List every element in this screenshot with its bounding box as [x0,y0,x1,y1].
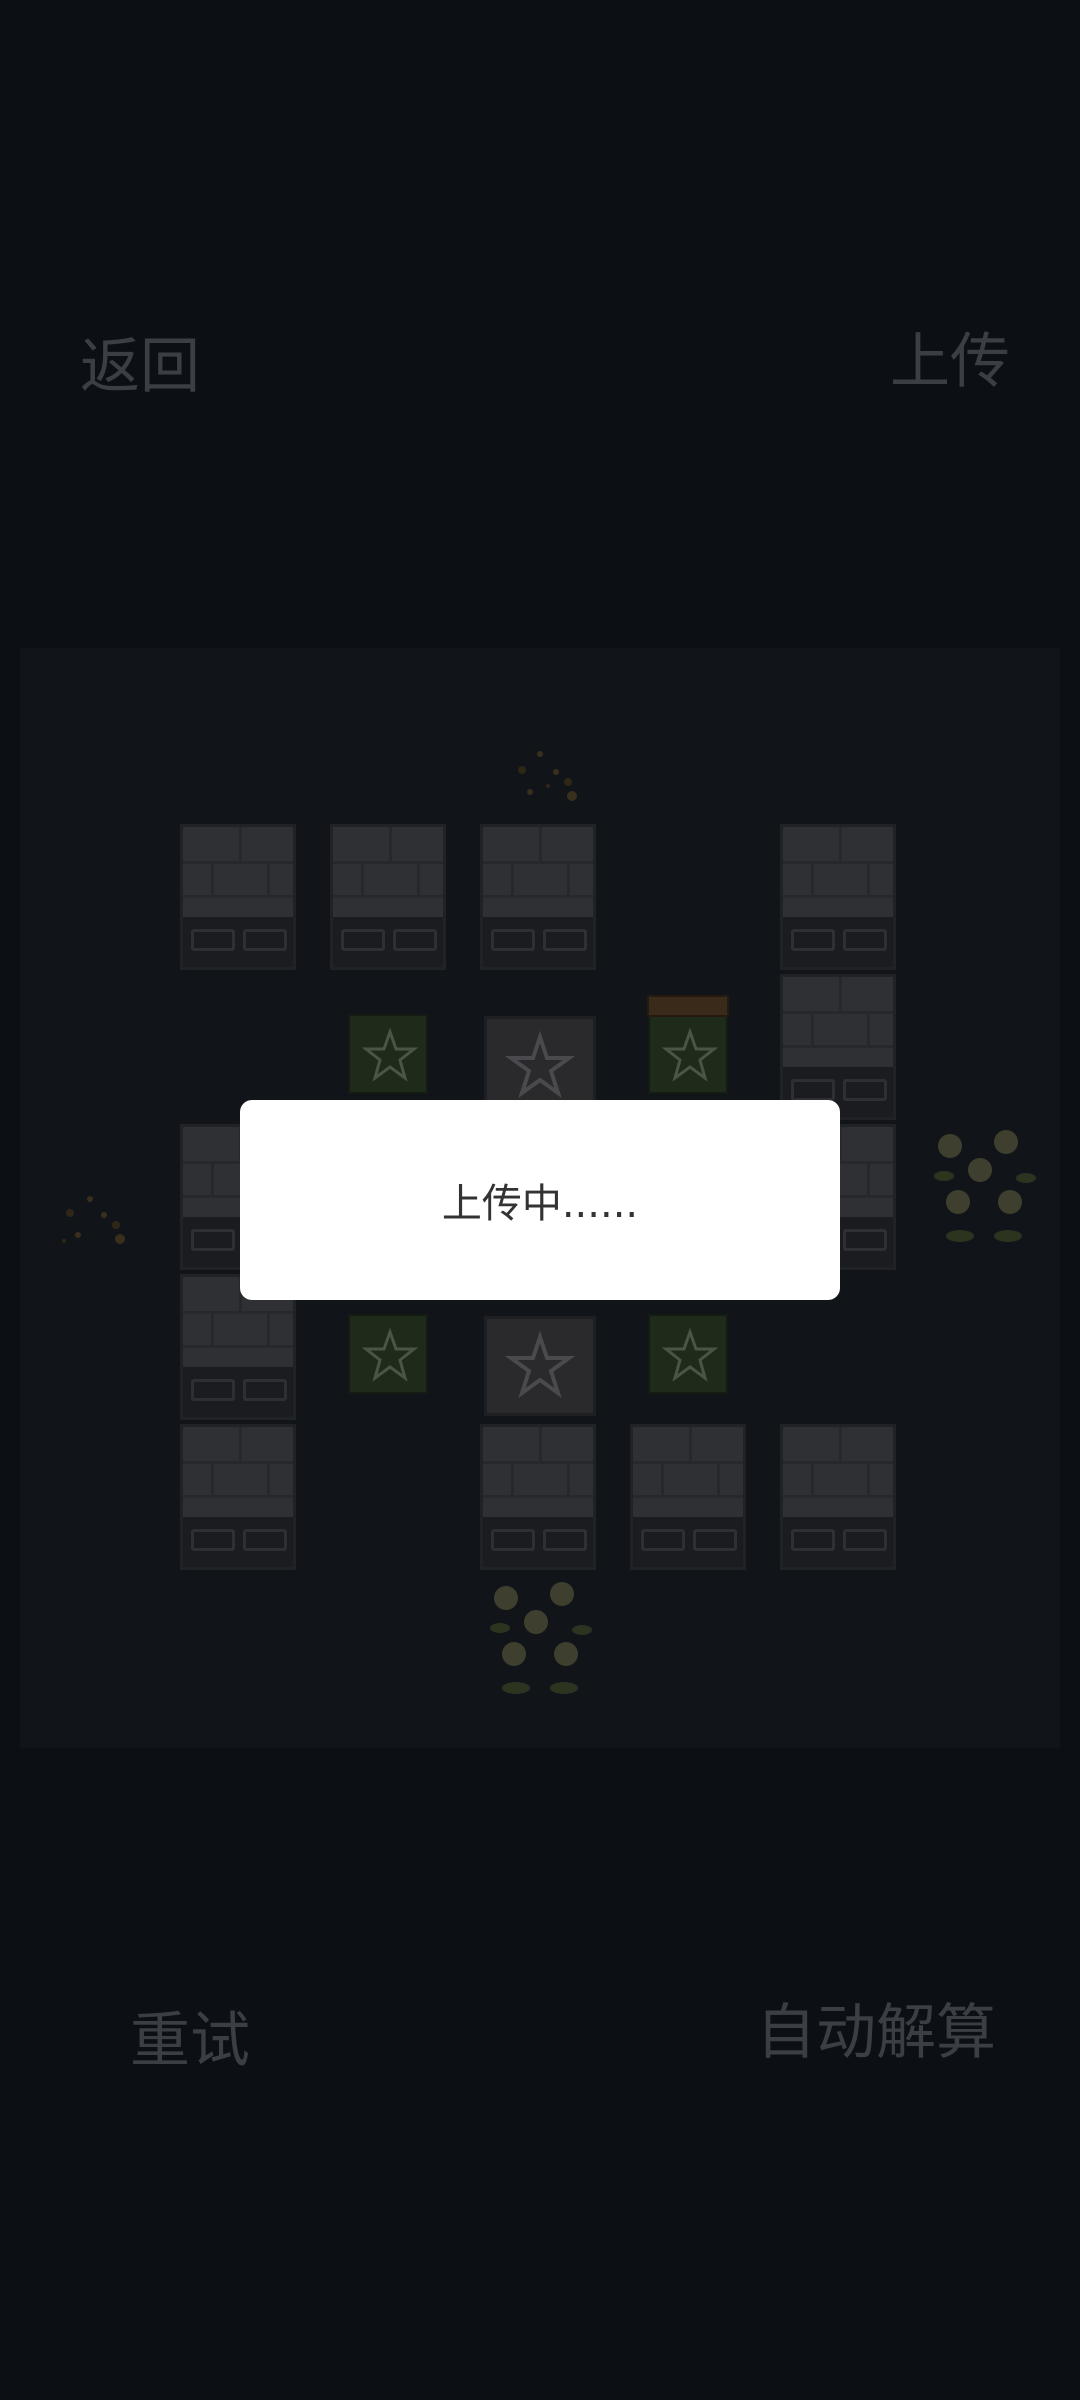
game-screen: 返回 上传 重试 自动解算 上传中...... [0,0,1080,2400]
dialog-message: 上传中...... [441,1181,639,1227]
upload-progress-dialog: 上传中...... [240,1100,840,1300]
